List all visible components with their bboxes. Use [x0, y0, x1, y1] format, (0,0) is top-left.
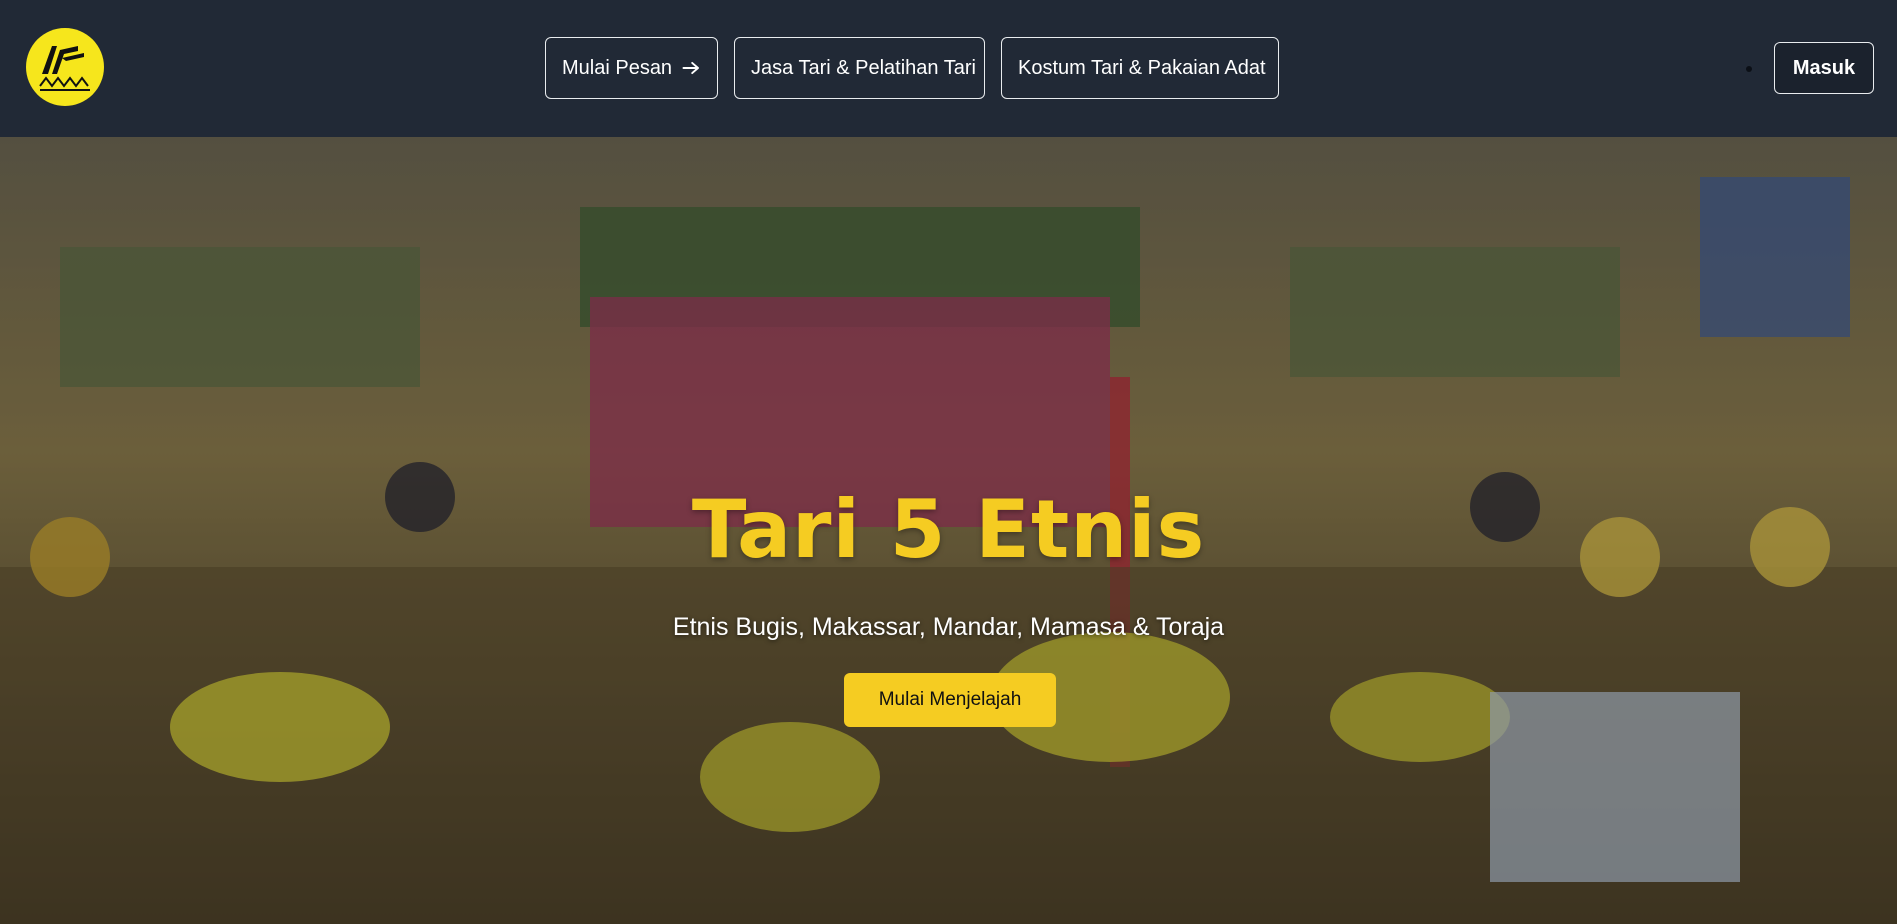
nav-dance-services-label: Jasa Tari & Pelatihan Tari — [751, 56, 976, 79]
sanggar-seni-logo-icon — [27, 29, 103, 105]
site-logo[interactable] — [26, 28, 104, 106]
nav-start-order-label: Mulai Pesan — [562, 56, 673, 79]
arrow-right-icon — [682, 61, 700, 75]
nav-dot — [1746, 66, 1752, 72]
nav-dance-services-button[interactable]: Jasa Tari & Pelatihan Tari — [734, 37, 985, 99]
top-navbar: Mulai Pesan Jasa Tari & Pelatihan Tari K… — [0, 0, 1897, 137]
explore-button[interactable]: Mulai Menjelajah — [844, 673, 1056, 727]
hero-subtitle: Etnis Bugis, Makassar, Mandar, Mamasa & … — [672, 613, 1225, 641]
nav-start-order-button[interactable]: Mulai Pesan — [545, 37, 718, 99]
nav-costume-button[interactable]: Kostum Tari & Pakaian Adat — [1001, 37, 1279, 99]
hero-section: Tari 5 Etnis Etnis Bugis, Makassar, Mand… — [0, 137, 1897, 924]
nav-costume-label: Kostum Tari & Pakaian Adat — [1018, 56, 1266, 79]
nav-links: Mulai Pesan Jasa Tari & Pelatihan Tari K… — [545, 37, 1279, 99]
login-button[interactable]: Masuk — [1774, 42, 1874, 94]
hero-title: Tari 5 Etnis — [691, 483, 1206, 576]
